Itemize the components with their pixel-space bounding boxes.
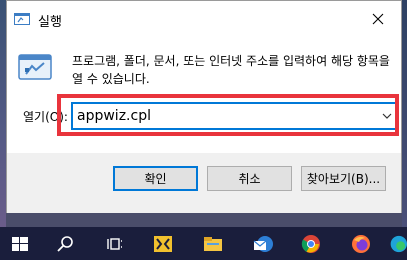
- chrome-icon[interactable]: [291, 227, 331, 260]
- close-icon: [372, 13, 384, 25]
- edge-icon[interactable]: [387, 227, 407, 260]
- open-combobox[interactable]: appwiz.cpl: [71, 102, 399, 130]
- taskbar: [0, 227, 407, 260]
- app-icon[interactable]: [143, 227, 183, 260]
- dialog-title: 실행: [38, 15, 62, 30]
- close-button[interactable]: [355, 1, 401, 37]
- cancel-button[interactable]: 취소: [207, 166, 292, 191]
- desktop-background: [402, 0, 407, 227]
- title-bar[interactable]: 실행: [7, 1, 401, 37]
- run-app-icon: [14, 13, 30, 25]
- run-icon: [18, 54, 52, 80]
- dialog-description: 프로그램, 폴더, 문서, 또는 인터넷 주소를 입력하여 해당 항목을 열 수…: [72, 54, 390, 86]
- start-icon[interactable]: [0, 227, 40, 260]
- browse-button[interactable]: 찾아보기(B)...: [301, 166, 386, 191]
- task-view-icon[interactable]: [94, 227, 134, 260]
- open-label: 열기(O):: [23, 110, 68, 124]
- mail-icon[interactable]: [243, 227, 283, 260]
- search-icon[interactable]: [45, 227, 85, 260]
- firefox-icon[interactable]: [341, 227, 381, 260]
- file-explorer-icon[interactable]: [193, 227, 233, 260]
- open-input[interactable]: appwiz.cpl: [77, 108, 151, 124]
- ok-button[interactable]: 확인: [113, 166, 198, 191]
- chevron-down-icon[interactable]: [380, 109, 394, 123]
